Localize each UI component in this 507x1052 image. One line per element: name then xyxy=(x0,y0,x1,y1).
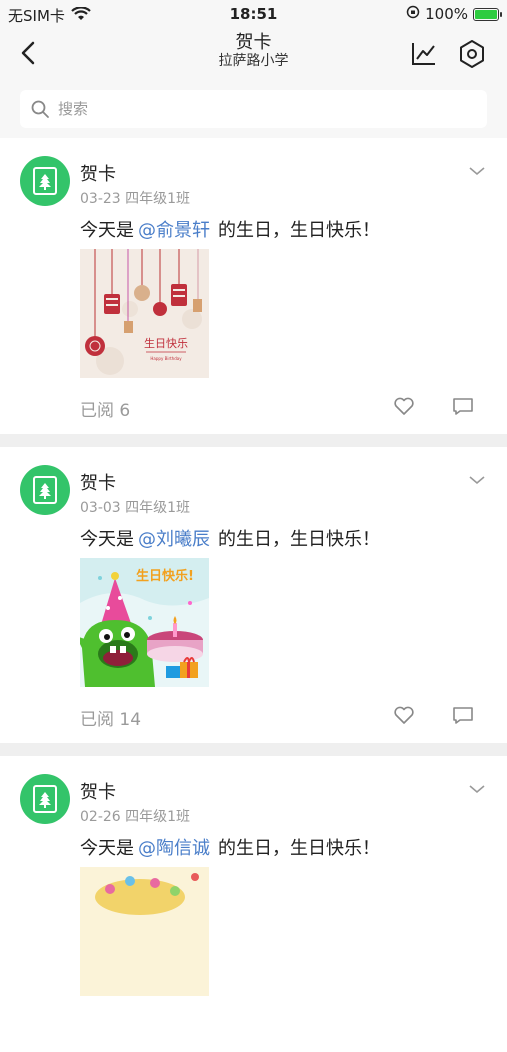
read-count: 已阅 14 xyxy=(80,710,142,730)
message-prefix: 今天是 xyxy=(80,220,134,241)
post-meta: 02-26 四年级1班 xyxy=(80,806,190,826)
post-class: 四年级1班 xyxy=(125,191,191,207)
message-prefix: 今天是 xyxy=(80,529,134,550)
expand-button[interactable] xyxy=(466,780,488,798)
message-prefix: 今天是 xyxy=(80,838,134,859)
post-message: 今天是 @俞景轩 的生日，生日快乐！ xyxy=(80,216,380,242)
battery-percent: 100% xyxy=(425,5,468,23)
message-suffix: 的生日，生日快乐！ xyxy=(218,220,380,241)
card-image-text: 生日快乐! xyxy=(136,568,194,584)
post-meta: 03-03 四年级1班 xyxy=(80,497,190,517)
avatar[interactable] xyxy=(20,156,70,206)
expand-button[interactable] xyxy=(466,471,488,489)
tree-icon xyxy=(39,174,51,190)
post-date: 02-26 xyxy=(80,809,121,825)
post-message: 今天是 @陶信诚 的生日，生日快乐！ xyxy=(80,834,380,860)
chevron-down-icon xyxy=(469,476,485,485)
search-input[interactable] xyxy=(58,100,458,118)
tree-icon xyxy=(39,483,51,499)
statistics-button[interactable] xyxy=(408,38,440,70)
avatar[interactable] xyxy=(20,465,70,515)
card-image[interactable] xyxy=(80,867,209,996)
post-class: 四年级1班 xyxy=(125,500,191,516)
orientation-lock-icon xyxy=(406,5,420,23)
greeting-card-post: 贺卡 03-03 四年级1班 今天是@刘曦辰的生日，生日快乐！ 生日快乐! xyxy=(0,447,507,743)
like-button[interactable] xyxy=(392,394,416,418)
chevron-down-icon xyxy=(469,167,485,176)
post-message: 今天是 @刘曦辰 的生日，生日快乐！ xyxy=(80,525,380,551)
greeting-card-post: 贺卡 03-23 四年级1班 今天是 @俞景轩 的生日，生日快乐！ 生日快乐 H… xyxy=(0,138,507,434)
expand-button[interactable] xyxy=(466,162,488,180)
comment-button[interactable] xyxy=(451,394,475,418)
post-class: 四年级1班 xyxy=(125,809,191,825)
card-image[interactable]: 生日快乐! xyxy=(80,558,209,687)
heart-icon xyxy=(394,706,414,724)
like-button[interactable] xyxy=(392,703,416,727)
message-suffix: 的生日，生日快乐！ xyxy=(218,838,380,859)
card-image[interactable]: 生日快乐 Happy Birthday xyxy=(80,249,209,378)
message-suffix: 的生日，生日快乐！ xyxy=(218,529,380,550)
sender-name: 贺卡 xyxy=(80,164,116,185)
search-bar-container xyxy=(0,78,507,138)
post-date: 03-23 xyxy=(80,191,121,207)
search-icon xyxy=(31,100,49,118)
card-image-text: 生日快乐 xyxy=(144,336,188,350)
mention-link[interactable]: @俞景轩 xyxy=(138,220,210,241)
card-image-subtext: Happy Birthday xyxy=(150,356,182,361)
chevron-down-icon xyxy=(469,785,485,794)
read-count: 已阅 6 xyxy=(80,401,131,421)
navigation-bar: 贺卡 拉萨路小学 xyxy=(0,28,507,78)
line-chart-icon xyxy=(412,43,435,65)
greeting-card-post: 贺卡 02-26 四年级1班 今天是 @陶信诚 的生日，生日快乐！ xyxy=(0,756,507,1052)
post-meta: 03-23 四年级1班 xyxy=(80,188,190,208)
comment-icon xyxy=(453,398,473,415)
settings-button[interactable] xyxy=(455,37,489,71)
mention-link[interactable]: @陶信诚 xyxy=(138,838,210,859)
hexagon-settings-icon xyxy=(460,40,484,68)
avatar[interactable] xyxy=(20,774,70,824)
post-date: 03-03 xyxy=(80,500,121,516)
sender-name: 贺卡 xyxy=(80,782,116,803)
search-bar[interactable] xyxy=(20,90,487,128)
tree-icon xyxy=(39,792,51,808)
mention-link[interactable]: @刘曦辰 xyxy=(138,529,210,550)
heart-icon xyxy=(394,397,414,415)
status-bar: 无SIM卡 18:51 100% xyxy=(0,0,507,28)
comment-button[interactable] xyxy=(451,703,475,727)
comment-icon xyxy=(453,707,473,724)
battery-icon xyxy=(473,7,502,21)
sender-name: 贺卡 xyxy=(80,473,116,494)
